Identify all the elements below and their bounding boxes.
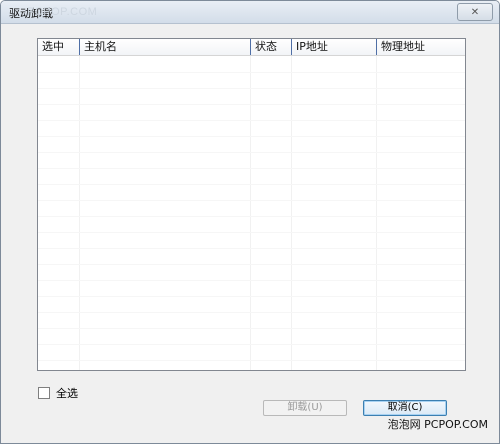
- watermark-text: PCPOP.COM: [27, 6, 98, 18]
- column-header-mac[interactable]: 物理地址: [377, 39, 465, 55]
- grid-line: [38, 136, 465, 137]
- grid-line: [38, 200, 465, 201]
- select-all-checkbox[interactable]: 全选: [38, 385, 78, 401]
- title-bar[interactable]: 驱动卸载 PCPOP.COM ✕: [1, 1, 499, 24]
- column-header-hostname[interactable]: 主机名: [80, 39, 250, 55]
- list-header: 选中 主机名 状态 IP地址 物理地址: [38, 39, 465, 56]
- column-header-status[interactable]: 状态: [251, 39, 291, 55]
- grid-line: [38, 104, 465, 105]
- grid-line: [38, 120, 465, 121]
- column-header-ip[interactable]: IP地址: [292, 39, 376, 55]
- dialog-window: 驱动卸载 PCPOP.COM ✕ 选中 主机名 状态 IP地址 物理地址 全选 …: [0, 0, 500, 444]
- footer-watermark: 泡泡网 PCPOP.COM: [387, 418, 488, 431]
- grid-line: [38, 280, 465, 281]
- grid-line: [38, 248, 465, 249]
- grid-line: [38, 344, 465, 345]
- uninstall-button[interactable]: 卸载(U): [263, 400, 347, 416]
- select-all-label: 全选: [56, 387, 78, 400]
- grid-line: [38, 216, 465, 217]
- grid-line: [38, 296, 465, 297]
- host-list[interactable]: 选中 主机名 状态 IP地址 物理地址: [37, 38, 466, 371]
- grid-line: [38, 232, 465, 233]
- grid-line: [38, 152, 465, 153]
- grid-line: [38, 360, 465, 361]
- grid-line: [38, 264, 465, 265]
- grid-line: [38, 328, 465, 329]
- dialog-client: 选中 主机名 状态 IP地址 物理地址 全选 卸载(U) 取消(C) 泡泡网 P…: [6, 24, 494, 438]
- grid-line: [38, 312, 465, 313]
- grid-line: [38, 184, 465, 185]
- grid-line: [38, 72, 465, 73]
- close-button[interactable]: ✕: [457, 3, 493, 21]
- grid-line: [38, 88, 465, 89]
- column-header-select[interactable]: 选中: [38, 39, 78, 55]
- cancel-button[interactable]: 取消(C): [363, 400, 447, 416]
- close-icon: ✕: [470, 6, 480, 18]
- checkbox-box[interactable]: [38, 387, 50, 399]
- grid-line: [38, 168, 465, 169]
